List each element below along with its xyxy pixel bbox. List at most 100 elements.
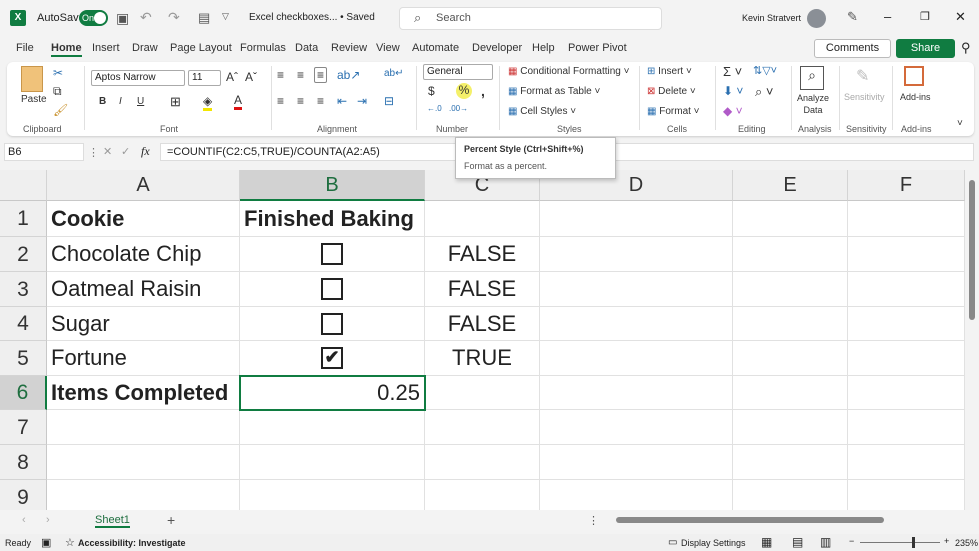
cell-a3[interactable]: Oatmeal Raisin xyxy=(47,272,240,307)
cell-styles-button[interactable]: ▦ Cell Styles ˅ xyxy=(508,106,576,117)
format-as-table-button[interactable]: ▦ Format as Table ˅ xyxy=(508,86,600,97)
merge-center-icon[interactable]: ⊟ xyxy=(384,94,394,108)
cell-d1[interactable] xyxy=(540,201,733,237)
cell-e6[interactable] xyxy=(733,376,848,410)
horizontal-scrollbar[interactable] xyxy=(608,516,958,524)
checkbox-checked[interactable]: ✔ xyxy=(321,347,343,369)
cell-d4[interactable] xyxy=(540,307,733,341)
tab-formulas[interactable]: Formulas xyxy=(240,42,286,54)
customize-qat-icon[interactable]: ▽ xyxy=(222,11,229,22)
cut-icon[interactable]: ✂ xyxy=(53,66,63,80)
cell-c7[interactable] xyxy=(425,410,540,445)
prev-sheet-icon[interactable]: ‹ xyxy=(22,514,26,526)
autosum-icon[interactable]: Σ ˅ xyxy=(723,64,742,79)
align-top-icon[interactable]: ≡ xyxy=(277,68,284,82)
row-header-8[interactable]: 8 xyxy=(0,445,47,480)
avatar[interactable] xyxy=(807,9,826,28)
sheet-tab-sheet1[interactable]: Sheet1 xyxy=(95,514,130,528)
zoom-in-icon[interactable]: + xyxy=(944,536,949,546)
column-header-f[interactable]: F xyxy=(848,170,965,201)
cell-e8[interactable] xyxy=(733,445,848,480)
cell-e3[interactable] xyxy=(733,272,848,307)
cell-c2[interactable]: FALSE xyxy=(425,237,540,272)
search-box[interactable]: Search xyxy=(399,7,662,30)
collapse-ribbon-icon[interactable]: ˅ xyxy=(957,118,963,129)
cell-b8[interactable] xyxy=(240,445,425,480)
insert-cells-button[interactable]: ⊞ Insert ˅ xyxy=(647,66,692,77)
tab-power-pivot[interactable]: Power Pivot xyxy=(568,42,627,54)
restore-icon[interactable]: ❐ xyxy=(920,10,930,23)
tab-file[interactable]: File xyxy=(16,42,34,54)
analyze-data-button[interactable]: Analyze Data xyxy=(797,92,829,116)
checkbox-unchecked[interactable] xyxy=(321,278,343,300)
vertical-scroll-thumb[interactable] xyxy=(969,180,975,320)
font-color-icon[interactable]: A xyxy=(234,93,243,110)
delete-cells-button[interactable]: ⊠ Delete ˅ xyxy=(647,86,696,97)
cell-b5[interactable]: ✔ xyxy=(240,341,425,376)
page-break-view-icon[interactable]: ▥ xyxy=(820,535,831,549)
cell-a4[interactable]: Sugar xyxy=(47,307,240,341)
cell-b7[interactable] xyxy=(240,410,425,445)
macro-icon[interactable]: ▣ xyxy=(41,536,51,549)
row-header-4[interactable]: 4 xyxy=(0,307,47,341)
cell-a7[interactable] xyxy=(47,410,240,445)
decrease-font-icon[interactable]: Aˇ xyxy=(245,70,257,84)
cell-e5[interactable] xyxy=(733,341,848,376)
checkbox-unchecked[interactable] xyxy=(321,312,343,335)
cell-f1[interactable] xyxy=(848,201,965,237)
cell-f2[interactable] xyxy=(848,237,965,272)
undo-icon[interactable]: ↶ xyxy=(140,9,152,26)
redo-icon[interactable]: ↷ xyxy=(168,9,180,26)
align-center-icon[interactable]: ≡ xyxy=(297,94,304,108)
row-header-7[interactable]: 7 xyxy=(0,410,47,445)
comma-icon[interactable]: , xyxy=(481,83,485,99)
cell-c6[interactable] xyxy=(425,376,540,410)
cell-f5[interactable] xyxy=(848,341,965,376)
zoom-slider-thumb[interactable] xyxy=(912,537,915,548)
next-sheet-icon[interactable]: › xyxy=(46,514,50,526)
decrease-indent-icon[interactable]: ⇤ xyxy=(337,94,347,108)
cell-a2[interactable]: Chocolate Chip xyxy=(47,237,240,272)
checkbox-unchecked[interactable] xyxy=(321,243,343,265)
comments-button[interactable]: Comments xyxy=(814,39,891,58)
cell-f4[interactable] xyxy=(848,307,965,341)
column-header-b[interactable]: B xyxy=(240,170,425,201)
cell-e1[interactable] xyxy=(733,201,848,237)
cell-a5[interactable]: Fortune xyxy=(47,341,240,376)
cell-d3[interactable] xyxy=(540,272,733,307)
cell-a1[interactable]: Cookie xyxy=(47,201,240,237)
column-header-e[interactable]: E xyxy=(733,170,848,201)
row-header-9[interactable]: 9 xyxy=(0,480,47,510)
percent-icon[interactable]: % xyxy=(456,83,472,99)
cell-c3[interactable]: FALSE xyxy=(425,272,540,307)
cell-b2[interactable] xyxy=(240,237,425,272)
display-settings-button[interactable]: Display Settings xyxy=(681,538,746,548)
font-name-select[interactable]: Aptos Narrow xyxy=(91,70,185,86)
coauthor-icon[interactable]: ⚲ xyxy=(961,40,971,56)
cell-b9[interactable] xyxy=(240,480,425,510)
share-button[interactable]: Share xyxy=(896,39,955,58)
tab-home[interactable]: Home xyxy=(51,42,82,57)
insert-function-icon[interactable]: fx xyxy=(141,144,150,159)
tab-draw[interactable]: Draw xyxy=(132,42,158,54)
cell-c9[interactable] xyxy=(425,480,540,510)
underline-icon[interactable]: U xyxy=(137,96,144,107)
cell-d5[interactable] xyxy=(540,341,733,376)
cell-a8[interactable] xyxy=(47,445,240,480)
cell-d2[interactable] xyxy=(540,237,733,272)
tab-data[interactable]: Data xyxy=(295,42,318,54)
increase-decimal-icon[interactable]: ←.0 xyxy=(427,104,442,113)
zoom-level[interactable]: 235% xyxy=(955,538,978,548)
tab-automate[interactable]: Automate xyxy=(412,42,459,54)
clear-icon[interactable]: ◆ ˅ xyxy=(723,104,743,118)
row-header-5[interactable]: 5 xyxy=(0,341,47,376)
normal-view-icon[interactable]: ▦ xyxy=(761,535,772,549)
tab-help[interactable]: Help xyxy=(532,42,555,54)
cell-f9[interactable] xyxy=(848,480,965,510)
analyze-data-icon[interactable]: ⌕ xyxy=(800,66,824,90)
cell-e4[interactable] xyxy=(733,307,848,341)
cell-f3[interactable] xyxy=(848,272,965,307)
cell-f8[interactable] xyxy=(848,445,965,480)
paste-icon[interactable] xyxy=(21,66,43,92)
increase-indent-icon[interactable]: ⇥ xyxy=(357,94,367,108)
